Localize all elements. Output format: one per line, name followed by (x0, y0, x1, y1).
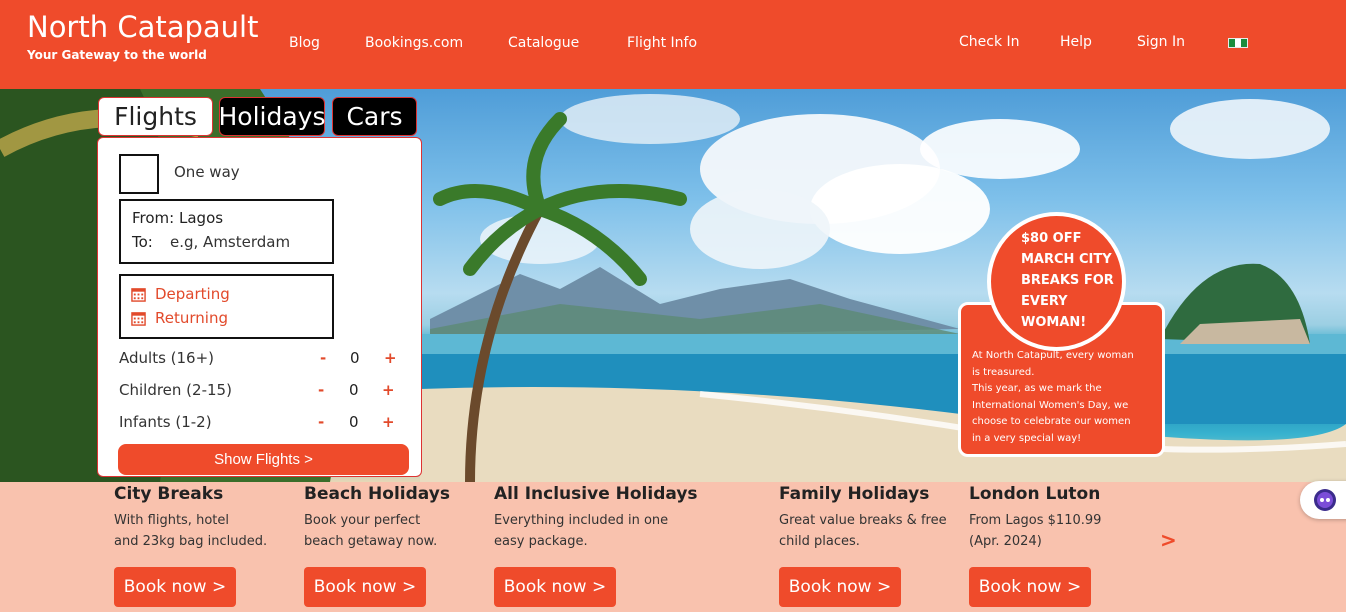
adults-label: Adults (16+) (119, 349, 215, 367)
tab-flights[interactable]: Flights (98, 97, 213, 136)
deal-all-inclusive: All Inclusive Holidays Everything includ… (494, 484, 734, 552)
to-row: To: (132, 233, 320, 251)
nav-catalogue[interactable]: Catalogue (508, 35, 579, 51)
one-way-checkbox[interactable] (119, 154, 159, 194)
children-increment-button[interactable]: + (382, 381, 395, 399)
nav-help[interactable]: Help (1060, 34, 1092, 50)
from-label: From: (132, 209, 175, 227)
departing-label: Departing (155, 285, 230, 303)
returning-label: Returning (155, 309, 228, 327)
adults-row: Adults (16+) - 0 + (119, 347, 409, 369)
nav-sign-in[interactable]: Sign In (1137, 34, 1185, 50)
infants-count: 0 (349, 413, 359, 431)
book-now-button[interactable]: Book now > (969, 567, 1091, 607)
book-now-button[interactable]: Book now > (779, 567, 901, 607)
from-value[interactable]: Lagos (179, 209, 223, 227)
infants-label: Infants (1-2) (119, 413, 212, 431)
promo-headline: $80 OFF MARCH CITY BREAKS FOR EVERY WOMA… (1021, 231, 1114, 330)
deal-title[interactable]: All Inclusive Holidays (494, 484, 734, 504)
returning-date-field[interactable]: Returning (131, 309, 228, 327)
children-count: 0 (349, 381, 359, 399)
infants-increment-button[interactable]: + (382, 413, 395, 431)
brand-logo-text[interactable]: North Catapault (27, 10, 258, 44)
promo-body-line2: This year, as we mark the International … (972, 383, 1131, 444)
nav-bookings[interactable]: Bookings.com (365, 35, 463, 51)
book-now-button[interactable]: Book now > (114, 567, 236, 607)
nav-check-in[interactable]: Check In (959, 34, 1020, 50)
tab-holidays[interactable]: Holidays (219, 97, 326, 136)
from-row[interactable]: From: Lagos (132, 209, 223, 227)
adults-decrement-button[interactable]: - (320, 349, 326, 367)
children-decrement-button[interactable]: - (318, 381, 324, 399)
nigeria-flag-icon[interactable] (1228, 38, 1248, 48)
departing-date-field[interactable]: Departing (131, 285, 230, 303)
promo-body: At North Catapult, every woman is treasu… (972, 348, 1142, 448)
infants-row: Infants (1-2) - 0 + (119, 411, 409, 433)
calendar-icon (131, 311, 146, 326)
tab-cars[interactable]: Cars (332, 97, 417, 136)
deal-desc-line1: Everything included in one (494, 513, 669, 528)
to-input[interactable] (170, 233, 320, 251)
deal-title[interactable]: London Luton (969, 484, 1209, 504)
chat-widget-button[interactable] (1300, 481, 1346, 519)
site-header: North Catapault Your Gateway to the worl… (0, 0, 1346, 89)
calendar-icon (131, 287, 146, 302)
book-now-button[interactable]: Book now > (304, 567, 426, 607)
adults-increment-button[interactable]: + (384, 349, 397, 367)
children-row: Children (2-15) - 0 + (119, 379, 409, 401)
infants-decrement-button[interactable]: - (318, 413, 324, 431)
book-now-button[interactable]: Book now > (494, 567, 616, 607)
chat-bot-icon (1314, 489, 1336, 511)
adults-count: 0 (350, 349, 360, 367)
show-flights-button[interactable]: Show Flights > (118, 444, 409, 475)
deal-description: Everything included in one easy package. (494, 510, 734, 552)
nav-flight-info[interactable]: Flight Info (627, 35, 697, 51)
carousel-next-button[interactable]: > (1160, 528, 1177, 552)
promo-body-line1: At North Catapult, every woman is treasu… (972, 350, 1134, 378)
route-box: From: Lagos To: (119, 199, 334, 264)
flight-search-panel: One way From: Lagos To: Departing Return… (97, 137, 422, 477)
deal-desc-line2: easy package. (494, 534, 588, 549)
one-way-label: One way (174, 163, 240, 181)
brand-tagline: Your Gateway to the world (27, 48, 207, 62)
dates-box: Departing Returning (119, 274, 334, 339)
children-label: Children (2-15) (119, 381, 232, 399)
nav-blog[interactable]: Blog (289, 35, 320, 51)
to-label: To: (132, 233, 153, 251)
promo-badge[interactable]: $80 OFF MARCH CITY BREAKS FOR EVERY WOMA… (987, 212, 1126, 351)
